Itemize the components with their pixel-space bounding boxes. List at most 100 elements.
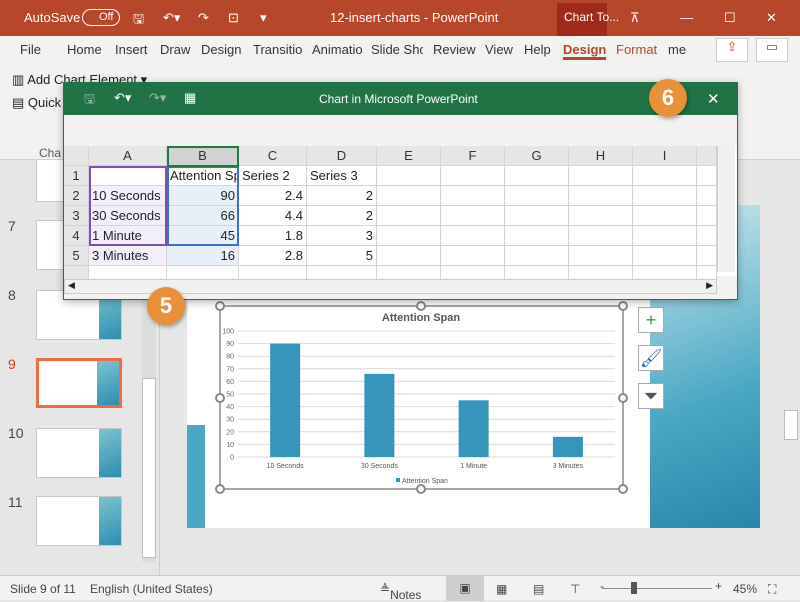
slide-sorter-icon[interactable]: ▦ bbox=[496, 582, 507, 596]
resize-handle[interactable] bbox=[618, 301, 628, 311]
empty-cell[interactable] bbox=[441, 206, 505, 226]
cell[interactable]: 66 bbox=[167, 206, 239, 226]
empty-cell[interactable] bbox=[441, 186, 505, 206]
empty-cell[interactable] bbox=[697, 186, 717, 206]
empty-cell[interactable] bbox=[633, 246, 697, 266]
cell[interactable]: Series 2 bbox=[239, 166, 307, 186]
resize-handle[interactable] bbox=[618, 393, 628, 403]
row-header[interactable]: 1 bbox=[64, 166, 89, 186]
cell[interactable]: 2 bbox=[307, 186, 377, 206]
zoom-level[interactable]: 45% bbox=[733, 582, 757, 596]
empty-cell[interactable] bbox=[569, 226, 633, 246]
empty-cell[interactable] bbox=[377, 206, 441, 226]
resize-handle[interactable] bbox=[618, 484, 628, 494]
reading-view-icon[interactable]: ▤ bbox=[533, 582, 544, 596]
legend-label[interactable]: Attention Span bbox=[402, 478, 448, 485]
cell[interactable]: 1 Minute bbox=[89, 226, 167, 246]
zoom-slider[interactable] bbox=[602, 588, 712, 589]
resize-handle[interactable] bbox=[215, 393, 225, 403]
cell[interactable]: 2.4 bbox=[239, 186, 307, 206]
column-header[interactable]: E bbox=[377, 146, 441, 166]
zoom-slider-thumb[interactable] bbox=[631, 582, 637, 594]
empty-cell[interactable] bbox=[697, 206, 717, 226]
cell[interactable]: 90 bbox=[167, 186, 239, 206]
zoom-out-icon[interactable]: - bbox=[600, 579, 604, 593]
cell[interactable]: 5 bbox=[307, 246, 377, 266]
empty-cell[interactable] bbox=[441, 166, 505, 186]
cell[interactable]: 3 bbox=[307, 226, 377, 246]
empty-cell[interactable] bbox=[377, 166, 441, 186]
empty-cell[interactable] bbox=[569, 246, 633, 266]
chart-title[interactable]: Attention Span bbox=[382, 312, 460, 324]
chart-elements-button[interactable]: + bbox=[638, 307, 664, 333]
empty-cell[interactable] bbox=[505, 186, 569, 206]
empty-cell[interactable] bbox=[377, 186, 441, 206]
empty-cell[interactable] bbox=[505, 226, 569, 246]
column-header[interactable] bbox=[697, 146, 717, 166]
notes-button[interactable]: ≜ Notes bbox=[380, 582, 421, 602]
column-header[interactable]: G bbox=[505, 146, 569, 166]
redo-icon[interactable]: ↷▾ bbox=[149, 90, 166, 106]
cell[interactable]: 1.8 bbox=[239, 226, 307, 246]
empty-cell[interactable] bbox=[505, 246, 569, 266]
cell[interactable]: 16 bbox=[167, 246, 239, 266]
empty-cell[interactable] bbox=[697, 246, 717, 266]
normal-view-icon[interactable]: ▣ bbox=[446, 576, 484, 601]
row-header[interactable]: 4 bbox=[64, 226, 89, 246]
column-header[interactable]: D bbox=[307, 146, 377, 166]
resize-handle[interactable] bbox=[416, 301, 426, 311]
cell[interactable]: Series 3 bbox=[307, 166, 377, 186]
resize-handle[interactable] bbox=[215, 301, 225, 311]
row-header[interactable]: 5 bbox=[64, 246, 89, 266]
empty-cell[interactable] bbox=[569, 206, 633, 226]
column-header[interactable]: A bbox=[89, 146, 167, 166]
resize-handle[interactable] bbox=[215, 484, 225, 494]
select-all-corner[interactable] bbox=[64, 146, 89, 166]
cell[interactable]: 2.8 bbox=[239, 246, 307, 266]
column-header[interactable]: H bbox=[569, 146, 633, 166]
cell[interactable]: Attention Span bbox=[167, 166, 239, 186]
vertical-scrollbar[interactable] bbox=[717, 146, 735, 272]
column-header[interactable]: C bbox=[239, 146, 307, 166]
zoom-in-icon[interactable]: + bbox=[715, 579, 722, 593]
cell[interactable]: 3 Minutes bbox=[89, 246, 167, 266]
column-header[interactable]: I bbox=[633, 146, 697, 166]
empty-cell[interactable] bbox=[377, 226, 441, 246]
column-header[interactable]: B bbox=[167, 146, 239, 166]
chart-styles-button[interactable]: 🖌 bbox=[638, 345, 664, 371]
brush-icon: 🖌 bbox=[639, 348, 663, 368]
save-icon[interactable]: 🖫 bbox=[84, 90, 95, 112]
row-header[interactable]: 2 bbox=[64, 186, 89, 206]
empty-cell[interactable] bbox=[569, 166, 633, 186]
fit-slide-icon[interactable]: ⛶ bbox=[768, 582, 776, 597]
empty-cell[interactable] bbox=[377, 246, 441, 266]
resize-handle[interactable] bbox=[416, 484, 426, 494]
cell[interactable] bbox=[89, 166, 167, 186]
edit-in-excel-icon[interactable]: ▦ bbox=[184, 90, 196, 106]
chart-filters-button[interactable]: ⏷ bbox=[638, 383, 664, 409]
empty-cell[interactable] bbox=[633, 166, 697, 186]
cell[interactable]: 45 bbox=[167, 226, 239, 246]
cell[interactable]: 30 Seconds bbox=[89, 206, 167, 226]
empty-cell[interactable] bbox=[633, 226, 697, 246]
empty-cell[interactable] bbox=[633, 186, 697, 206]
empty-cell[interactable] bbox=[441, 246, 505, 266]
column-header[interactable]: F bbox=[441, 146, 505, 166]
cell[interactable]: 4.4 bbox=[239, 206, 307, 226]
empty-cell[interactable] bbox=[633, 206, 697, 226]
cell[interactable]: 2 bbox=[307, 206, 377, 226]
dialog-title-bar[interactable]: 🖫 ↶▾ ↷▾ ▦ Chart in Microsoft PowerPoint … bbox=[64, 83, 737, 115]
empty-cell[interactable] bbox=[505, 166, 569, 186]
language-indicator[interactable]: English (United States) bbox=[90, 582, 213, 596]
empty-cell[interactable] bbox=[505, 206, 569, 226]
cell[interactable]: 10 Seconds bbox=[89, 186, 167, 206]
undo-icon[interactable]: ↶▾ bbox=[114, 90, 131, 106]
spreadsheet-grid[interactable]: ABCDEFGHI 1 Attention SpanSeries 2Series 3… bbox=[64, 146, 737, 286]
empty-cell[interactable] bbox=[441, 226, 505, 246]
slideshow-icon[interactable]: ⊤ bbox=[570, 582, 580, 596]
empty-cell[interactable] bbox=[569, 186, 633, 206]
empty-cell[interactable] bbox=[697, 166, 717, 186]
close-dialog-button[interactable]: ✕ bbox=[707, 90, 720, 108]
row-header[interactable]: 3 bbox=[64, 206, 89, 226]
empty-cell[interactable] bbox=[697, 226, 717, 246]
